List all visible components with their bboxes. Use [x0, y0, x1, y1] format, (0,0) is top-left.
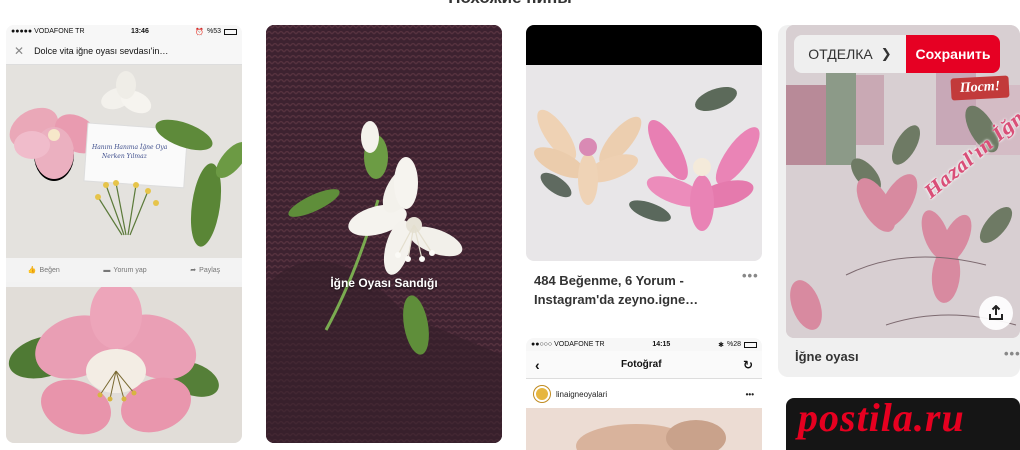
- pin-card-5[interactable]: Пост! Hazal'ın İğne Aşkı ОТДЕЛКА ❯ Сохра…: [778, 25, 1020, 377]
- instagram-nav-bar: ‹ Fotoğraf ↻: [526, 351, 762, 379]
- carrier-label: ●●●●● VODAFONE TR: [11, 28, 85, 35]
- pin-image-bottom: [6, 287, 242, 443]
- battery-label: %53: [206, 28, 221, 35]
- instagram-user-row: linaigneoyalari •••: [526, 383, 762, 405]
- username: linaigneoyalari: [556, 389, 608, 399]
- board-select-label: ОТДЕЛКА: [808, 46, 873, 62]
- phone-status-bar: ●●●●● VODAFONE TR 13:46 ⏰ %53: [6, 25, 242, 38]
- instagram-photo: [526, 408, 762, 450]
- pin-3-more-icon[interactable]: •••: [742, 268, 759, 283]
- white-lace-flower-brooch-illustration: [266, 25, 502, 443]
- postila-watermark: postila.ru: [798, 398, 965, 440]
- comment-label: Yorum yap: [113, 266, 147, 274]
- battery-label-2: %28: [726, 341, 741, 348]
- thumbs-up-icon: 👍: [27, 267, 37, 274]
- like-action[interactable]: 👍 Beğen: [27, 266, 60, 275]
- time-label: 13:46: [130, 28, 149, 35]
- chevron-down-icon: ❯: [880, 46, 892, 61]
- pink-lace-flower-illustration: [6, 287, 242, 443]
- card-line-1: Hanım Hanıma İğne Oya: [91, 144, 168, 151]
- pin-card-1[interactable]: ●●●●● VODAFONE TR 13:46 ⏰ %53 ✕ Dolce vi…: [6, 25, 242, 443]
- comment-icon: ▬: [103, 266, 111, 274]
- save-button[interactable]: Сохранить: [906, 35, 1000, 73]
- peach-lace-illustration: [526, 408, 762, 450]
- battery-icon: [223, 28, 237, 35]
- share-icon: [989, 305, 1003, 320]
- lace-flowers-illustration: Hanım Hanıma İğne Oya Nerken Yılmaz: [6, 65, 242, 258]
- share-button[interactable]: [979, 296, 1013, 330]
- like-label: Beğen: [39, 266, 60, 274]
- pin-5-more-icon[interactable]: •••: [1004, 346, 1020, 361]
- close-icon: ✕: [14, 44, 25, 58]
- share-action[interactable]: ➦ Paylaş: [190, 266, 221, 275]
- post-more-icon: •••: [745, 389, 754, 399]
- phone-title-bar: ✕ Dolce vita iğne oyası sevdası'in…: [6, 38, 242, 65]
- comment-action[interactable]: ▬ Yorum yap: [103, 267, 146, 274]
- pin-overlay-title: İğne Oyası Sandığı: [330, 276, 438, 290]
- share-label: Paylaş: [199, 266, 221, 274]
- facebook-action-bar: 👍 Beğen ▬ Yorum yap ➦ Paylaş: [6, 258, 242, 282]
- pin-card-4[interactable]: ●●○○○ VODAFONE TR 14:15 ✱ %28 ‹ Fotoğraf…: [526, 338, 762, 450]
- pin-3-title[interactable]: 484 Beğenme, 6 Yorum - Instagram'da zeyn…: [534, 271, 744, 309]
- nav-title: Fotoğraf: [621, 359, 662, 370]
- board-select[interactable]: ОТДЕЛКА ❯: [794, 35, 906, 73]
- peach-and-pink-lily-illustration: [526, 25, 762, 261]
- pin-card-3-image[interactable]: [526, 25, 762, 261]
- post-title: Dolce vita iğne oyası sevdası'in…: [34, 46, 169, 56]
- carrier-label-2: ●●○○○ VODAFONE TR: [531, 341, 605, 348]
- pin-image-top: Hanım Hanıma İğne Oya Nerken Yılmaz: [6, 65, 242, 258]
- page: Похожие пины ●●●●● VODAFONE TR 13:46 ⏰ %…: [0, 0, 1020, 450]
- refresh-icon[interactable]: ↻: [743, 358, 753, 372]
- share-arrow-icon: ➦: [190, 267, 197, 274]
- post-badge: Пост!: [950, 75, 1010, 101]
- card-line-2: Nerken Yılmaz: [101, 153, 148, 160]
- battery-icon-2: [743, 341, 757, 348]
- time-label-2: 14:15: [652, 341, 671, 348]
- page-heading: Похожие пины: [0, 0, 1020, 8]
- pin-card-2[interactable]: İğne Oyası Sandığı: [266, 25, 502, 443]
- avatar: [534, 386, 550, 402]
- pin-5-title[interactable]: İğne oyası: [795, 349, 859, 364]
- pin-card-6[interactable]: postila.ru: [786, 398, 1020, 450]
- phone-status-bar-2: ●●○○○ VODAFONE TR 14:15 ✱ %28: [526, 338, 762, 351]
- alarm-icon: ⏰: [195, 28, 204, 36]
- back-chevron-icon[interactable]: ‹: [535, 357, 540, 373]
- bluetooth-icon: ✱: [718, 341, 724, 349]
